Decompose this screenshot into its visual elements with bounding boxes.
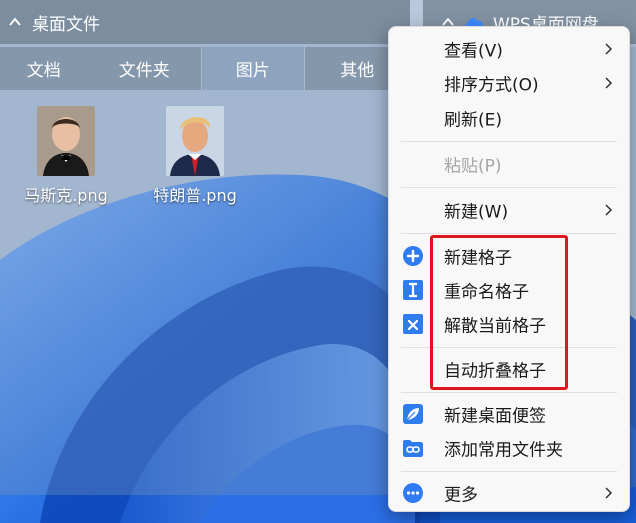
file-name: 马斯克.png [24, 186, 108, 205]
menu-item-sort[interactable]: 排序方式(O) [389, 68, 631, 98]
chevron-right-icon [605, 204, 613, 216]
plus-circle-icon [403, 246, 423, 266]
file-item[interactable]: 马斯克.png [6, 106, 126, 206]
tab-images[interactable]: 图片 [201, 47, 305, 90]
menu-item-new-note[interactable]: 新建桌面便签 [389, 399, 631, 429]
menu-item-label: 刷新(E) [444, 110, 503, 131]
chevron-up-icon[interactable] [8, 15, 22, 29]
menu-item-new[interactable]: 新建(W) [389, 195, 631, 225]
menu-item-add-folder[interactable]: 添加常用文件夹 [389, 433, 631, 463]
menu-separator [401, 233, 617, 234]
chevron-right-icon [605, 487, 613, 499]
menu-item-label: 更多 [444, 485, 478, 506]
more-circle-icon [403, 483, 423, 503]
tab-documents[interactable]: 文档 [0, 47, 88, 90]
chevron-right-icon [605, 43, 613, 55]
menu-separator [401, 471, 617, 472]
file-item[interactable]: 特朗普.png [135, 106, 255, 206]
close-box-icon [403, 314, 423, 334]
menu-item-label: 添加常用文件夹 [444, 440, 563, 461]
menu-separator [401, 392, 617, 393]
menu-item-label: 查看(V) [444, 41, 503, 62]
text-cursor-icon [403, 280, 423, 300]
menu-separator [401, 141, 617, 142]
menu-item-refresh[interactable]: 刷新(E) [389, 103, 631, 133]
menu-item-label: 粘贴(P) [444, 156, 502, 177]
portrait-image-icon [166, 106, 224, 176]
menu-item-label: 新建桌面便签 [444, 406, 546, 427]
chevron-right-icon [605, 77, 613, 89]
highlight-box [430, 235, 568, 390]
menu-item-label: 新建(W) [444, 202, 509, 223]
menu-item-label: 排序方式(O) [444, 75, 539, 96]
portrait-image-icon [37, 106, 95, 176]
menu-item-more[interactable]: 更多 [389, 478, 631, 508]
desktop-files-header[interactable]: 桌面文件 [0, 0, 410, 44]
menu-item-paste: 粘贴(P) [389, 149, 631, 179]
panel-title: 桌面文件 [32, 14, 100, 35]
tab-folders[interactable]: 文件夹 [88, 47, 201, 90]
file-name: 特朗普.png [153, 186, 237, 205]
leaf-note-icon [403, 404, 423, 424]
menu-separator [401, 187, 617, 188]
file-type-tabs: 文档 文件夹 图片 其他 [0, 47, 410, 90]
menu-item-view[interactable]: 查看(V) [389, 34, 631, 64]
folder-link-icon [403, 440, 423, 457]
